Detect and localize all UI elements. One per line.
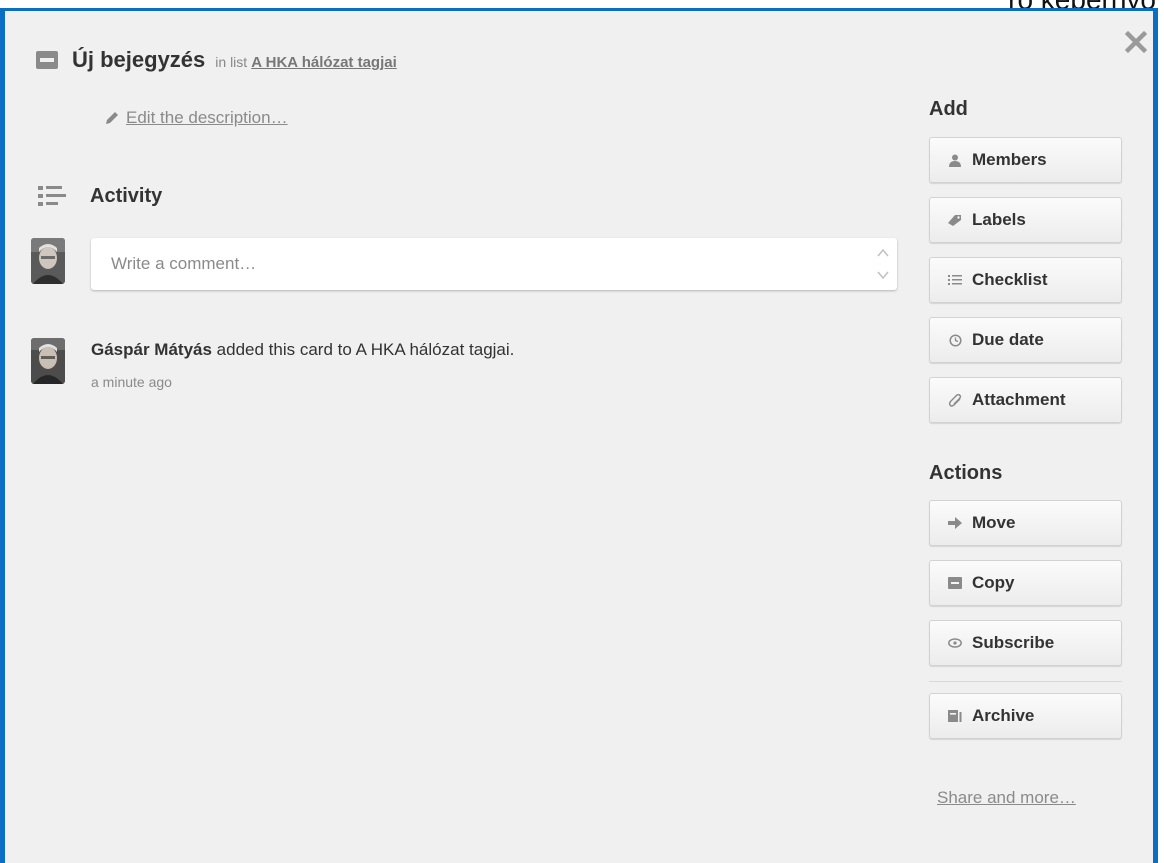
pencil-icon [106,112,118,124]
attachment-label: Attachment [972,390,1066,409]
close-icon[interactable] [1122,30,1150,58]
archive-label: Archive [972,706,1035,725]
paperclip-icon [948,393,962,407]
due-date-label: Due date [972,330,1044,349]
tag-icon [948,213,962,227]
checklist-label: Checklist [972,270,1048,289]
move-button[interactable]: Move [929,500,1122,546]
activity-entry: Gáspár Mátyás added this card to A HKA h… [91,340,514,360]
labels-button[interactable]: Labels [929,197,1122,243]
comment-input[interactable] [109,253,853,275]
avatar[interactable] [31,338,65,384]
archive-icon [948,709,962,723]
subscribe-label: Subscribe [972,633,1055,652]
card-title-row: Új bejegyzés in list A HKA hálózat tagja… [36,40,397,80]
person-icon [948,153,962,167]
clock-icon [948,333,962,347]
card-icon [36,51,58,69]
textarea-scroll-arrows-icon[interactable] [875,244,891,284]
archive-button[interactable]: Archive [929,693,1122,739]
list-name-link[interactable]: A HKA hálózat tagjai [251,54,397,71]
eye-icon [948,636,962,650]
comment-box[interactable] [91,238,897,290]
card-copy-icon [948,576,962,590]
labels-label: Labels [972,210,1026,229]
members-label: Members [972,150,1047,169]
attachment-button[interactable]: Attachment [929,377,1122,423]
actions-heading: Actions [929,462,1003,484]
activity-heading-row: Activity [38,182,162,210]
sidebar-separator [929,681,1122,682]
avatar[interactable] [31,238,65,284]
edit-description-label: Edit the description… [126,108,288,127]
copy-button[interactable]: Copy [929,560,1122,606]
activity-timestamp[interactable]: a minute ago [91,374,172,390]
checklist-icon [948,273,962,287]
share-and-more-link[interactable]: Share and more… [937,788,1076,808]
add-heading: Add [929,98,968,120]
edit-description-link[interactable]: Edit the description… [104,108,288,128]
activity-heading: Activity [90,184,163,207]
due-date-button[interactable]: Due date [929,317,1122,363]
in-list-label: in list [215,54,248,70]
checklist-button[interactable]: Checklist [929,257,1122,303]
card-title[interactable]: Új bejegyzés [72,47,205,73]
activity-user-link[interactable]: Gáspár Mátyás [91,340,212,359]
activity-action-text: added this card to A HKA hálózat tagjai. [211,340,515,359]
arrow-right-icon [948,516,962,530]
copy-label: Copy [972,573,1015,592]
move-label: Move [972,513,1016,532]
subscribe-button[interactable]: Subscribe [929,620,1122,666]
members-button[interactable]: Members [929,137,1122,183]
activity-list-icon [38,186,66,206]
